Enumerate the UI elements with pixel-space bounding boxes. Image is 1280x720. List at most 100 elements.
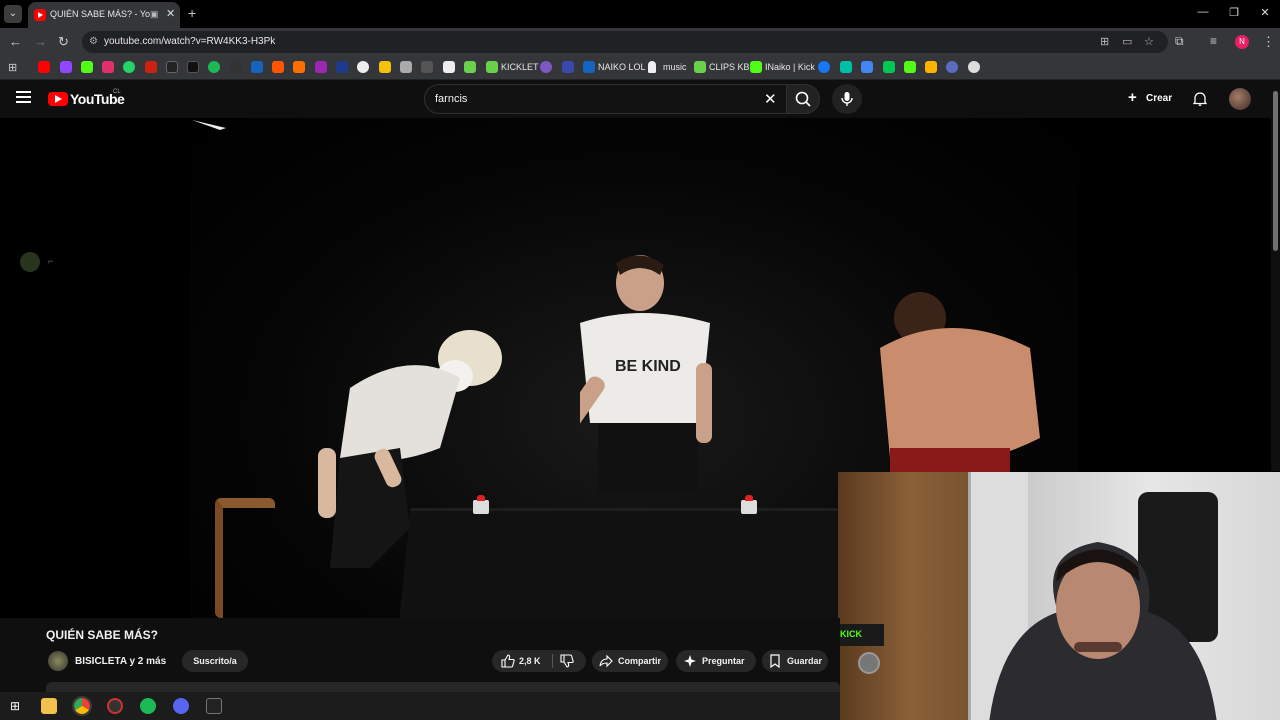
bookmark-violet-icon[interactable] xyxy=(540,61,552,73)
like-count[interactable]: 2,8 K xyxy=(519,656,541,666)
bookmark-green-icon[interactable] xyxy=(464,61,476,73)
media-controls-icon[interactable]: ≡ xyxy=(1210,34,1217,48)
bookmark-clips-kb-label[interactable]: CLIPS KB xyxy=(709,62,750,72)
bookmark-green2-icon[interactable] xyxy=(883,61,895,73)
file-explorer-icon[interactable] xyxy=(41,698,57,714)
bookmark-tiktok-icon[interactable] xyxy=(187,61,199,73)
bookmark-diamond-icon[interactable] xyxy=(443,61,455,73)
create-button[interactable]: + Crear xyxy=(1126,87,1174,111)
thumbs-up-icon[interactable] xyxy=(501,654,515,668)
bookmark-youtube-icon[interactable] xyxy=(38,61,50,73)
bookmark-cat-icon[interactable] xyxy=(400,61,412,73)
hamburger-menu-icon[interactable] xyxy=(16,91,31,103)
close-tab-icon[interactable]: ✕ xyxy=(166,7,175,20)
channel-avatar[interactable] xyxy=(48,651,68,671)
bookmark-naiko-lol-label[interactable]: NAIKO LOL xyxy=(598,62,646,72)
bookmark-github-icon[interactable] xyxy=(357,61,369,73)
tab-search-icon[interactable]: ⌄ xyxy=(4,5,22,23)
bookmark-inaiko-kick-label[interactable]: INaiko | Kick xyxy=(765,62,815,72)
bookmark-whatsapp-icon[interactable] xyxy=(123,61,135,73)
profile-avatar[interactable]: N xyxy=(1235,35,1249,49)
bookmark-kick2-icon[interactable] xyxy=(904,61,916,73)
bookmark-blue-icon[interactable] xyxy=(251,61,263,73)
bookmark-u-icon[interactable] xyxy=(925,61,937,73)
bookmark-purple-icon[interactable] xyxy=(315,61,327,73)
bookmark-shield-icon[interactable] xyxy=(562,61,574,73)
youtube-header: YouTube CL farncis ✕ + Crear xyxy=(0,81,1280,118)
apps-grid-icon[interactable]: ⊞ xyxy=(8,61,17,74)
cast-icon[interactable]: ▭ xyxy=(1122,35,1132,48)
bookmark-naiko-lol-icon[interactable] xyxy=(583,61,595,73)
ask-button[interactable]: Preguntar xyxy=(676,650,756,672)
windows-start-icon[interactable]: ⊞ xyxy=(10,699,20,713)
search-query[interactable]: farncis xyxy=(435,93,467,105)
thumbs-down-icon[interactable] xyxy=(560,654,574,668)
bookmark-kicklet-icon[interactable] xyxy=(486,61,498,73)
translate-icon[interactable]: ⊞ xyxy=(1100,35,1109,48)
account-avatar[interactable] xyxy=(1229,88,1251,110)
site-info-icon[interactable]: ⚙ xyxy=(89,36,98,47)
bookmark-yellow-icon[interactable] xyxy=(379,61,391,73)
obs-icon[interactable] xyxy=(107,698,123,714)
bookmark-inaiko-kick-icon[interactable] xyxy=(750,61,762,73)
watermark-text-icon: ⌐ xyxy=(48,256,54,266)
bookmark-twitch-icon[interactable] xyxy=(60,61,72,73)
bookmark-kick-icon[interactable] xyxy=(81,61,93,73)
new-tab-icon[interactable]: + xyxy=(188,5,196,21)
country-code: CL xyxy=(113,89,121,95)
bookmark-x-icon[interactable] xyxy=(166,61,178,73)
voice-search-button[interactable] xyxy=(832,84,862,114)
extensions-icon[interactable]: ⧉ xyxy=(1175,34,1184,49)
app-icon[interactable] xyxy=(206,698,222,714)
clear-search-icon[interactable]: ✕ xyxy=(764,90,777,108)
bookmark-music-icon[interactable] xyxy=(648,61,656,73)
channel-name[interactable]: BISICLETA y 2 más xyxy=(75,656,166,667)
media-playing-icon[interactable]: ▣ xyxy=(150,9,160,19)
scrollbar-thumb[interactable] xyxy=(1273,91,1278,251)
bookmark-blue2-icon[interactable] xyxy=(861,61,873,73)
chrome-icon[interactable] xyxy=(72,696,92,716)
url-text[interactable]: youtube.com/watch?v=RW4KK3-H3Pk xyxy=(104,36,275,47)
bookmark-circle-icon[interactable] xyxy=(968,61,980,73)
bookmark-link-icon[interactable] xyxy=(946,61,958,73)
bookmark-kicklet-label[interactable]: KICKLET xyxy=(501,62,539,72)
youtube-logo-icon[interactable] xyxy=(48,92,68,106)
back-icon[interactable]: ← xyxy=(9,34,22,49)
window-close-icon[interactable]: ✕ xyxy=(1258,6,1272,19)
video-title: QUIÉN SABE MÁS? xyxy=(46,628,159,642)
share-button[interactable]: Compartir xyxy=(592,650,668,672)
bookmark-teal-icon[interactable] xyxy=(840,61,852,73)
subscribed-button[interactable]: Suscrito/a xyxy=(182,650,248,672)
bookmark-search-icon[interactable] xyxy=(336,61,348,73)
discord-icon[interactable] xyxy=(173,698,189,714)
bookmark-orange-icon[interactable] xyxy=(293,61,305,73)
description-box[interactable] xyxy=(46,682,840,692)
bookmark-spotify-icon[interactable] xyxy=(208,61,220,73)
minimize-icon[interactable]: — xyxy=(1196,6,1210,18)
bookmark-star-icon[interactable]: ☆ xyxy=(1144,35,1154,48)
bookmark-clips-kb-icon[interactable] xyxy=(694,61,706,73)
bookmark-soundcloud-icon[interactable] xyxy=(272,61,284,73)
microphone-icon xyxy=(841,92,853,106)
page-scrollbar[interactable] xyxy=(1271,81,1280,471)
restore-icon[interactable]: ❐ xyxy=(1227,6,1241,19)
save-label: Guardar xyxy=(787,656,823,666)
forward-icon[interactable]: → xyxy=(34,34,47,49)
search-input[interactable]: farncis ✕ xyxy=(424,84,788,114)
notifications-bell-icon[interactable] xyxy=(1192,91,1208,107)
bookmark-instagram-icon[interactable] xyxy=(102,61,114,73)
spotify-icon[interactable] xyxy=(140,698,156,714)
search-button[interactable] xyxy=(786,84,820,114)
chrome-menu-icon[interactable]: ⋮ xyxy=(1262,34,1275,50)
bookmark-s-icon[interactable] xyxy=(230,61,242,73)
save-button[interactable]: Guardar xyxy=(762,650,828,672)
bookmarks-bar: ⊞ KICKLET NAIKO LOL music CLIPS KB INaik… xyxy=(0,56,1280,80)
bookmark-gray-icon[interactable] xyxy=(421,61,433,73)
kick-overlay-logo: KICK xyxy=(838,624,884,646)
browser-tab[interactable]: QUIÉN SABE MÁS? - YouTube ▣ ✕ xyxy=(28,2,180,28)
address-bar[interactable]: ⚙ youtube.com/watch?v=RW4KK3-H3Pk ⊞ ▭ ☆ xyxy=(82,31,1168,53)
bookmark-music-label[interactable]: music xyxy=(663,62,687,72)
bookmark-red-icon[interactable] xyxy=(145,61,157,73)
bookmark-facebook-icon[interactable] xyxy=(818,61,830,73)
reload-icon[interactable]: ↻ xyxy=(58,34,69,50)
